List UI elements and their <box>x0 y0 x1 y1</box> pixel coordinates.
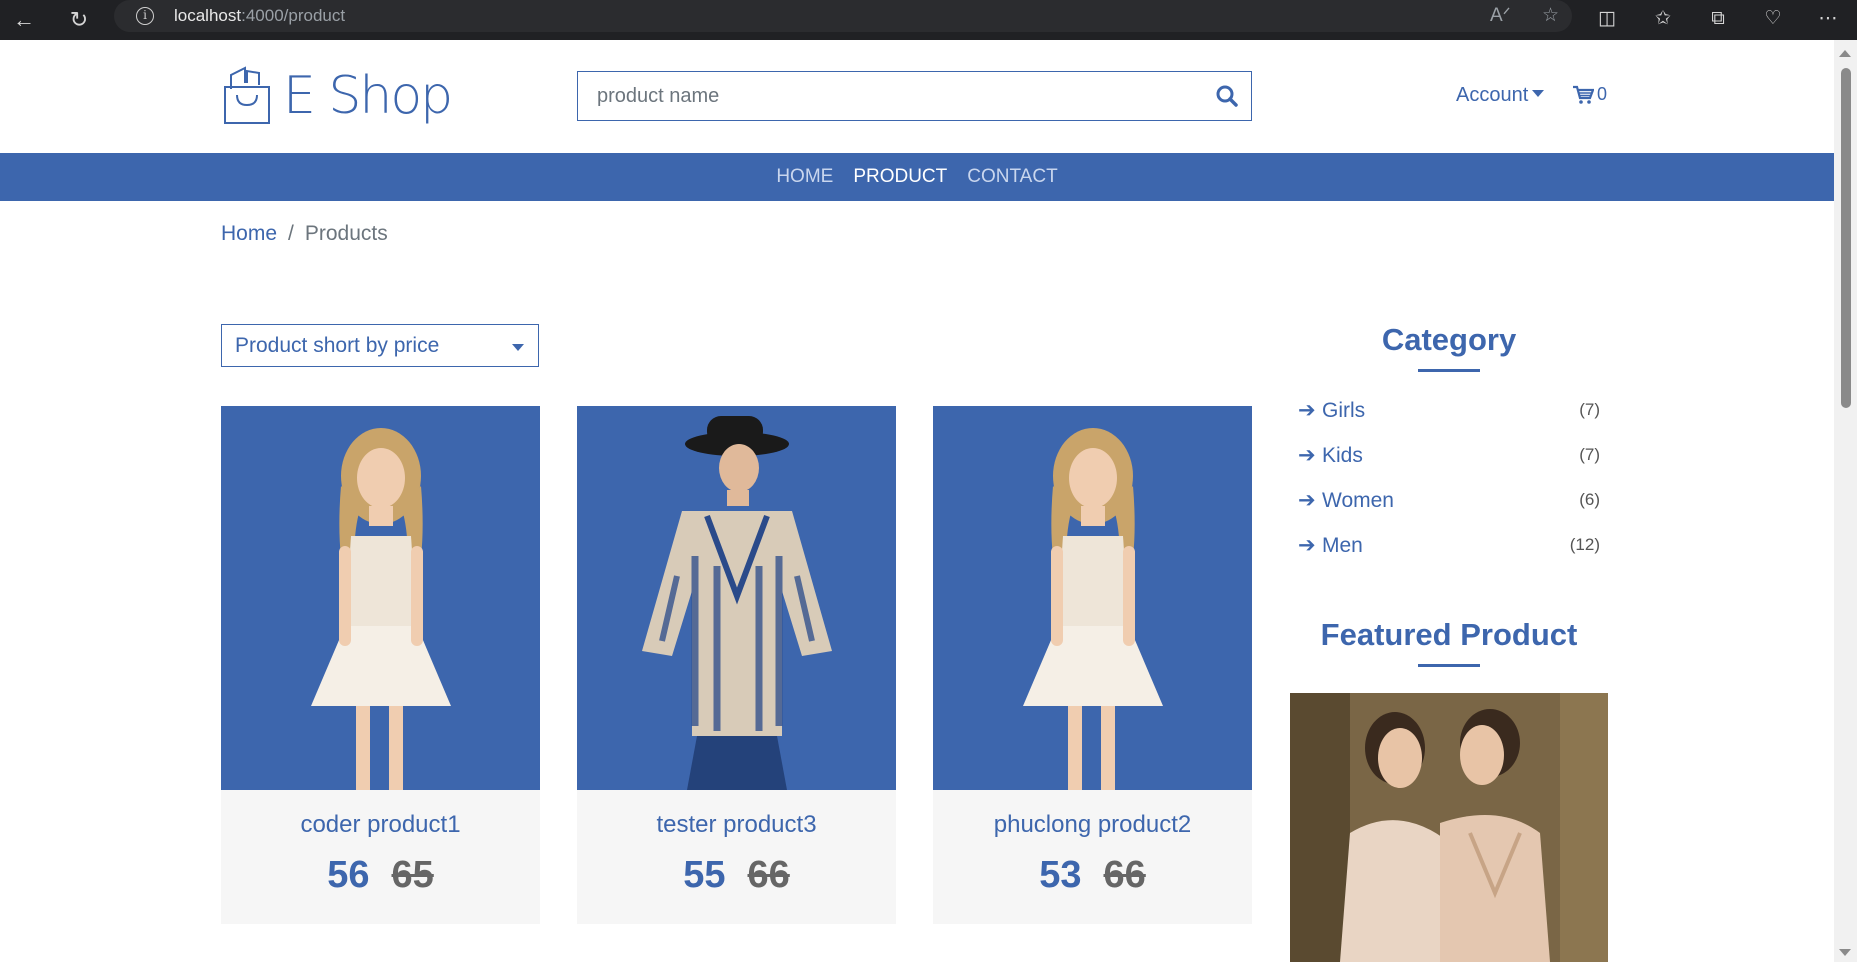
product-image[interactable] <box>221 406 540 790</box>
nav-product[interactable]: PRODUCT <box>853 166 947 188</box>
arrow-right-icon: ➔ <box>1298 444 1316 467</box>
heading-underline <box>1418 369 1480 372</box>
arrow-right-icon: ➔ <box>1298 489 1316 512</box>
url-path: :4000/product <box>241 6 346 25</box>
product-photo-dress <box>221 406 540 790</box>
nav-contact[interactable]: CONTACT <box>967 166 1057 188</box>
logo[interactable]: E Shop <box>221 58 453 134</box>
featured-heading: Featured Product <box>1320 617 1578 652</box>
heading-underline <box>1418 664 1480 667</box>
product-price: 56 <box>327 854 370 896</box>
scroll-up-icon[interactable] <box>1839 50 1851 57</box>
product-image[interactable] <box>577 406 896 790</box>
product-card[interactable]: phuclong product2 53 66 <box>933 406 1252 924</box>
category-item-women[interactable]: ➔ Women (6) <box>1298 488 1600 518</box>
address-url[interactable]: localhost:4000/product <box>174 6 345 26</box>
product-old-price: 66 <box>1103 854 1146 896</box>
arrow-right-icon: ➔ <box>1298 399 1316 422</box>
featured-photo <box>1290 693 1608 962</box>
nav-home[interactable]: HOME <box>776 166 833 188</box>
product-photo-tunic <box>577 406 896 790</box>
cart-count: 0 <box>1597 84 1608 104</box>
product-card[interactable]: coder product1 56 65 <box>221 406 540 924</box>
product-price: 55 <box>683 854 726 896</box>
product-name[interactable]: tester product3 <box>577 811 896 839</box>
main-nav: HOME PRODUCT CONTACT <box>0 153 1834 201</box>
breadcrumb: Home / Products <box>221 222 388 246</box>
collections-icon[interactable]: ⧉ <box>1703 4 1733 34</box>
sort-selected: Product short by price <box>235 334 440 357</box>
product-prices: 56 65 <box>221 854 540 897</box>
sort-select[interactable]: Product short by price <box>221 324 539 367</box>
product-card[interactable]: tester product3 55 66 <box>577 406 896 924</box>
product-name[interactable]: coder product1 <box>221 811 540 839</box>
arrow-right-icon: ➔ <box>1298 534 1316 557</box>
shopping-bag-icon <box>224 66 270 124</box>
address-bar[interactable]: i localhost:4000/product Aᐟ ☆ <box>114 0 1572 32</box>
url-host: localhost <box>174 6 242 25</box>
product-prices: 53 66 <box>933 854 1252 897</box>
breadcrumb-home[interactable]: Home <box>221 222 277 246</box>
product-name[interactable]: phuclong product2 <box>933 811 1252 839</box>
page-scrollbar[interactable] <box>1834 40 1857 962</box>
reload-icon[interactable]: ↻ <box>64 5 94 35</box>
cart-icon <box>1573 85 1594 104</box>
search-icon[interactable] <box>1215 84 1239 108</box>
category-label: Men <box>1322 534 1363 557</box>
category-heading: Category <box>1381 322 1517 357</box>
caret-down-icon <box>512 344 524 351</box>
category-count: (6) <box>1579 490 1600 509</box>
product-photo-dress <box>933 406 1252 790</box>
scrollbar-thumb[interactable] <box>1841 68 1851 408</box>
category-item-men[interactable]: ➔ Men (12) <box>1298 533 1600 563</box>
site-info-icon[interactable]: i <box>136 7 154 25</box>
scroll-down-icon[interactable] <box>1839 949 1851 956</box>
product-image[interactable] <box>933 406 1252 790</box>
search-input[interactable] <box>578 72 1198 120</box>
browser-essentials-icon[interactable]: ♡ <box>1758 4 1788 34</box>
category-label: Girls <box>1322 399 1366 422</box>
cart-button[interactable]: 0 <box>1572 84 1607 105</box>
brand-name: E Shop <box>283 66 453 126</box>
product-old-price: 65 <box>391 854 434 896</box>
back-arrow-icon[interactable]: ← <box>9 5 39 35</box>
category-label: Women <box>1322 489 1394 512</box>
category-count: (12) <box>1569 535 1600 554</box>
product-price: 53 <box>1039 854 1082 896</box>
browser-toolbar: ← ↻ i localhost:4000/product Aᐟ ☆ ◫ ✩ ⧉ … <box>0 0 1857 40</box>
product-prices: 55 66 <box>577 854 896 897</box>
category-label: Kids <box>1322 444 1363 467</box>
featured-product-image[interactable] <box>1290 693 1608 962</box>
breadcrumb-separator: / <box>288 222 294 245</box>
search-box <box>577 71 1252 121</box>
category-item-girls[interactable]: ➔ Girls (7) <box>1298 398 1600 428</box>
caret-down-icon <box>1532 90 1545 97</box>
read-aloud-icon[interactable]: Aᐟ <box>1490 4 1511 27</box>
category-item-kids[interactable]: ➔ Kids (7) <box>1298 443 1600 473</box>
more-menu-icon[interactable]: ⋯ <box>1813 4 1843 34</box>
site-header: E Shop Account 0 <box>0 40 1834 153</box>
breadcrumb-current: Products <box>304 222 388 245</box>
category-count: (7) <box>1579 445 1600 464</box>
category-count: (7) <box>1579 400 1600 419</box>
favorites-icon[interactable]: ✩ <box>1648 4 1678 34</box>
account-label: Account <box>1456 84 1529 106</box>
split-screen-icon[interactable]: ◫ <box>1592 4 1622 34</box>
product-old-price: 66 <box>747 854 790 896</box>
favorite-star-icon[interactable]: ☆ <box>1542 4 1559 27</box>
account-dropdown[interactable]: Account <box>1456 84 1545 107</box>
